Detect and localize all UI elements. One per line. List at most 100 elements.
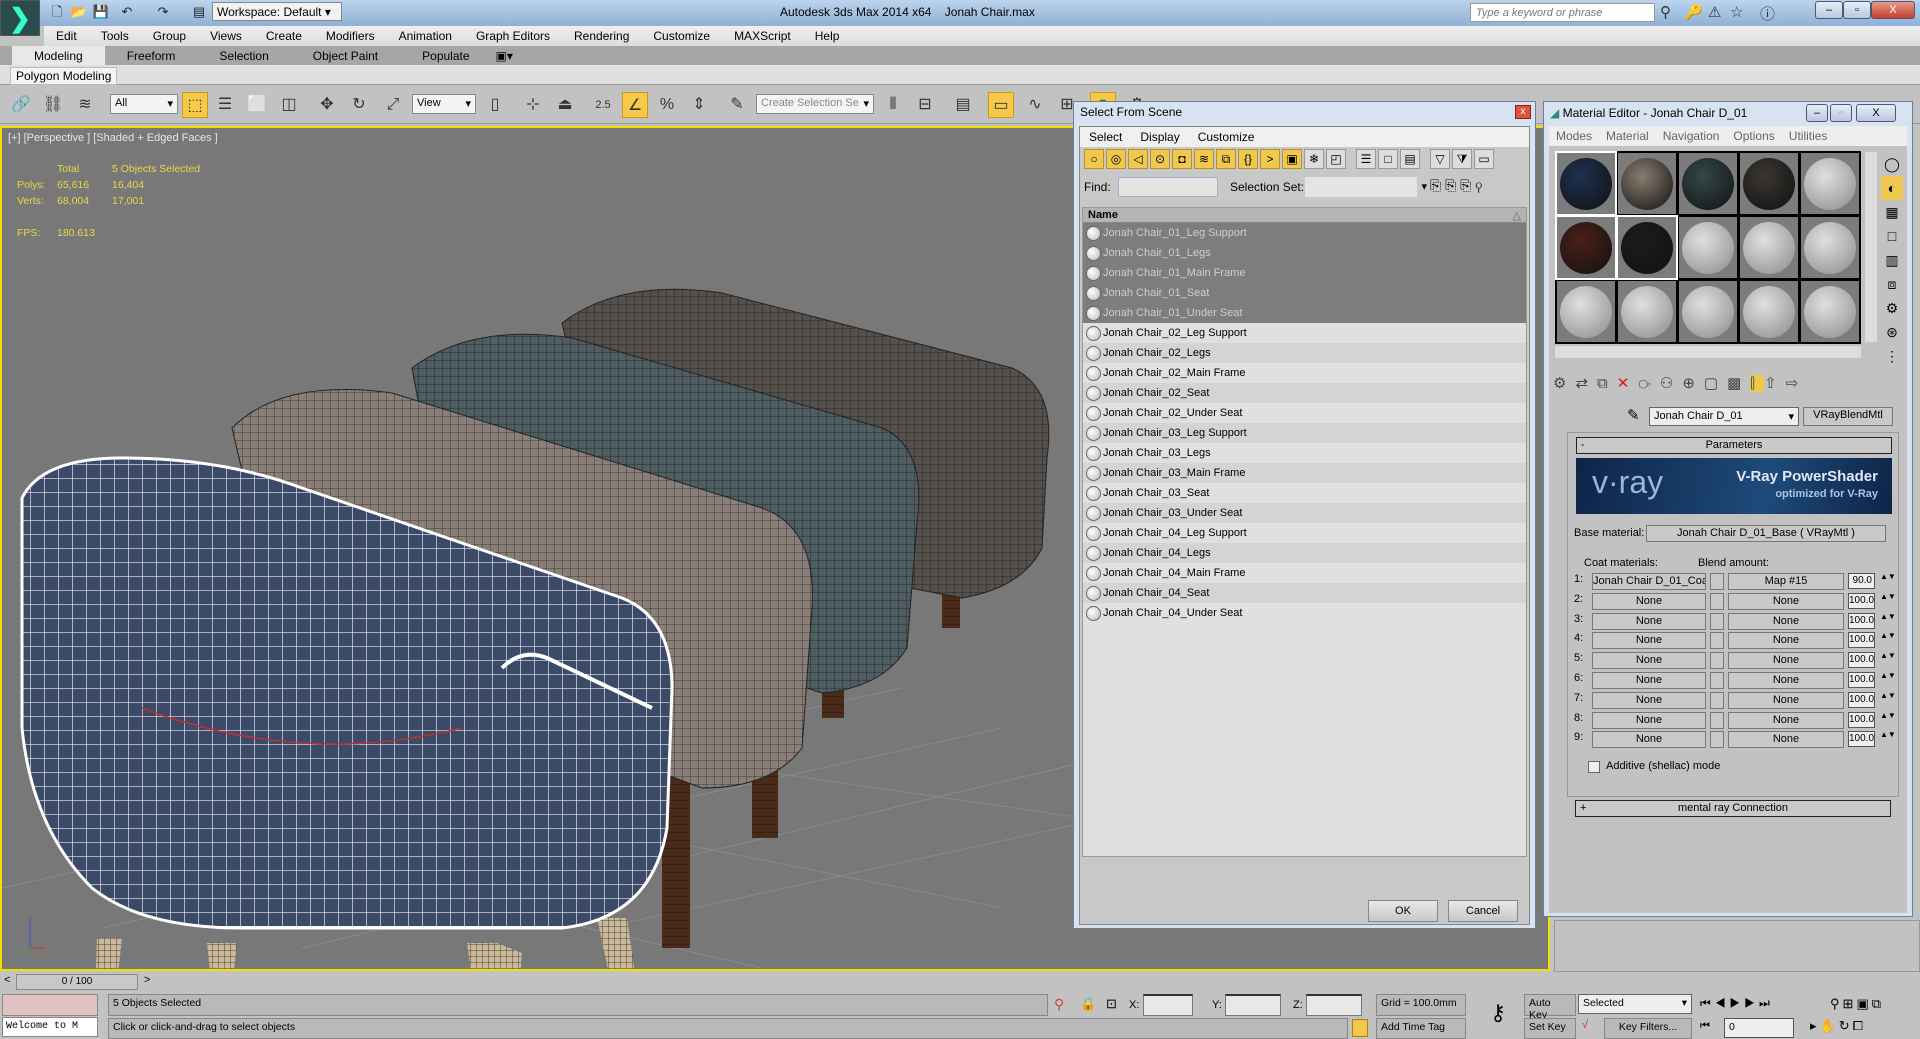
selection-set-dropdown[interactable]: ▾	[1305, 177, 1427, 197]
edit-named-selection-icon[interactable]: ✎	[724, 92, 750, 118]
object-list-item[interactable]: Jonah Chair_04_Seat	[1083, 583, 1526, 603]
tab-modeling[interactable]: Modeling	[12, 46, 105, 66]
menu-graph-editors[interactable]: Graph Editors	[464, 26, 562, 46]
make-preview-icon[interactable]: ⧈	[1881, 272, 1903, 296]
select-manipulate-icon[interactable]: ⊹	[520, 92, 546, 118]
object-list-item[interactable]: Jonah Chair_03_Under Seat	[1083, 503, 1526, 523]
save-icon[interactable]: 💾	[92, 3, 110, 21]
rectangular-selection-icon[interactable]: ⬜	[244, 92, 270, 118]
object-list-item[interactable]: Jonah Chair_01_Leg Support	[1083, 223, 1526, 243]
redo-icon[interactable]: ↷	[154, 3, 172, 21]
object-list-item[interactable]: Jonah Chair_02_Seat	[1083, 383, 1526, 403]
ribbon-options-icon[interactable]: ▣▾	[492, 46, 517, 66]
maxscript-mini-listener[interactable]: Welcome to M	[2, 1017, 98, 1037]
select-by-material-icon[interactable]: ⊛	[1881, 320, 1903, 344]
coat-material-button[interactable]: None	[1592, 632, 1706, 650]
slots-vertical-scrollbar[interactable]	[1865, 152, 1877, 342]
object-list-item[interactable]: Jonah Chair_01_Main Frame	[1083, 263, 1526, 283]
material-map-navigator-icon[interactable]: ⋮	[1881, 344, 1903, 368]
zoom-all-icon[interactable]: ⊞	[1843, 996, 1857, 1011]
ok-button[interactable]: OK	[1368, 900, 1438, 922]
sample-uv-tiling-icon[interactable]: □	[1881, 224, 1903, 248]
coat-material-button[interactable]: None	[1592, 612, 1706, 630]
coat-toggle-button[interactable]	[1710, 691, 1724, 709]
dialog-menu-select[interactable]: Select	[1080, 127, 1131, 147]
zoom-extents-all-icon[interactable]: ⧉	[1872, 996, 1884, 1011]
me-menu-options[interactable]: Options	[1726, 126, 1781, 146]
layer-manager-icon[interactable]: ▤	[950, 92, 976, 118]
display-shapes-icon[interactable]: ◎	[1106, 149, 1126, 169]
blend-map-button[interactable]: None	[1728, 731, 1844, 749]
spinner-arrows-icon[interactable]: ▲▼	[1880, 573, 1896, 581]
blend-map-button[interactable]: None	[1728, 711, 1844, 729]
tab-object-paint[interactable]: Object Paint	[291, 46, 400, 66]
display-bones-icon[interactable]: >	[1260, 149, 1280, 169]
me-menu-material[interactable]: Material	[1599, 126, 1656, 146]
go-parent-icon[interactable]: ⇧	[1764, 375, 1786, 392]
object-list-item[interactable]: Jonah Chair_03_Legs	[1083, 443, 1526, 463]
spinner-arrows-icon[interactable]: ▲▼	[1880, 612, 1896, 621]
play-icon[interactable]: ▶	[1730, 996, 1745, 1010]
material-id-icon[interactable]: ▢	[1704, 375, 1727, 392]
show-end-result-icon[interactable]: ⫿	[1750, 375, 1765, 392]
percent-snap-icon[interactable]: %	[654, 92, 680, 118]
me-menu-utilities[interactable]: Utilities	[1782, 126, 1835, 146]
help-search-input[interactable]: Type a keyword or phrase	[1470, 3, 1655, 22]
blend-amount-input[interactable]: 90.0	[1848, 573, 1875, 589]
blend-map-button[interactable]: None	[1728, 672, 1844, 689]
tab-populate[interactable]: Populate	[400, 46, 491, 66]
absolute-mode-icon[interactable]: ⊡	[1106, 996, 1117, 1012]
binoculars-icon[interactable]: ⚲	[1660, 3, 1671, 21]
coat-toggle-button[interactable]	[1710, 672, 1724, 689]
blend-map-button[interactable]: None	[1728, 592, 1844, 610]
blend-map-button[interactable]: None	[1728, 632, 1844, 650]
time-tag-icon[interactable]	[1352, 1019, 1368, 1037]
display-containers-icon[interactable]: ▣	[1282, 149, 1302, 169]
polygon-modeling-panel[interactable]: Polygon Modeling	[10, 67, 118, 85]
set-key-button[interactable]: Set Key	[1524, 1018, 1576, 1039]
me-minimize-button[interactable]: –	[1806, 104, 1828, 122]
blend-amount-input[interactable]: 100.0	[1848, 711, 1875, 728]
selection-filter-dropdown[interactable]: All ▾	[110, 94, 178, 114]
angle-snap-icon[interactable]: ∠	[622, 92, 648, 118]
viewport-label[interactable]: [+] [Perspective ] [Shaded + Edged Faces…	[8, 132, 218, 144]
coat-material-button[interactable]: Jonah Chair D_01_Coat	[1592, 573, 1706, 590]
fov-icon[interactable]: ▸	[1810, 1018, 1820, 1033]
object-list-item[interactable]: Jonah Chair_04_Leg Support	[1083, 523, 1526, 543]
key-tangent-icon[interactable]: √	[1582, 1019, 1588, 1031]
coat-material-button[interactable]: None	[1592, 652, 1706, 670]
blend-amount-input[interactable]: 100.0	[1848, 691, 1875, 708]
coat-material-button[interactable]: None	[1592, 731, 1706, 749]
backlight-icon[interactable]: ◐	[1881, 176, 1903, 200]
menu-modifiers[interactable]: Modifiers	[314, 26, 387, 46]
coat-toggle-button[interactable]	[1710, 573, 1724, 590]
coat-material-button[interactable]: None	[1592, 691, 1706, 709]
help-icon[interactable]: ⓘ	[1760, 3, 1775, 24]
object-list-item[interactable]: Jonah Chair_02_Leg Support	[1083, 323, 1526, 343]
open-file-icon[interactable]: 📂	[70, 3, 88, 21]
go-to-end-icon[interactable]: ⏭	[1759, 996, 1774, 1010]
menu-views[interactable]: Views	[198, 26, 254, 46]
sample-type-icon[interactable]: ◯	[1881, 152, 1903, 176]
background-checker-icon[interactable]: ▦	[1881, 200, 1903, 224]
material-slot[interactable]	[1679, 217, 1737, 278]
blend-amount-input[interactable]: 100.0	[1848, 731, 1875, 748]
material-name-field[interactable]: Jonah Chair D_01 ▾	[1649, 407, 1799, 426]
coat-material-button[interactable]: None	[1592, 711, 1706, 729]
spinner-snap-icon[interactable]: ⇕	[686, 92, 712, 118]
material-slot[interactable]	[1618, 153, 1676, 214]
object-list-item[interactable]: Jonah Chair_02_Main Frame	[1083, 363, 1526, 383]
time-slider[interactable]: 0 / 100	[16, 974, 138, 990]
project-folder-icon[interactable]: ▤	[190, 3, 208, 21]
scene-explorer-icon[interactable]: ▭	[988, 92, 1014, 118]
display-geometry-icon[interactable]: ○	[1084, 149, 1104, 169]
maximize-viewport-icon[interactable]: ⧠	[1853, 1018, 1866, 1033]
copy-material-icon[interactable]: ⧂	[1638, 375, 1660, 392]
curve-editor-icon[interactable]: ∿	[1022, 92, 1048, 118]
auto-key-button[interactable]: Auto Key	[1524, 994, 1576, 1021]
name-column-header[interactable]: Name △	[1083, 208, 1526, 223]
put-to-library-icon[interactable]: ⊕	[1682, 375, 1704, 392]
blend-map-button[interactable]: None	[1728, 652, 1844, 670]
find-input[interactable]	[1118, 177, 1218, 197]
menu-edit[interactable]: Edit	[44, 26, 89, 46]
